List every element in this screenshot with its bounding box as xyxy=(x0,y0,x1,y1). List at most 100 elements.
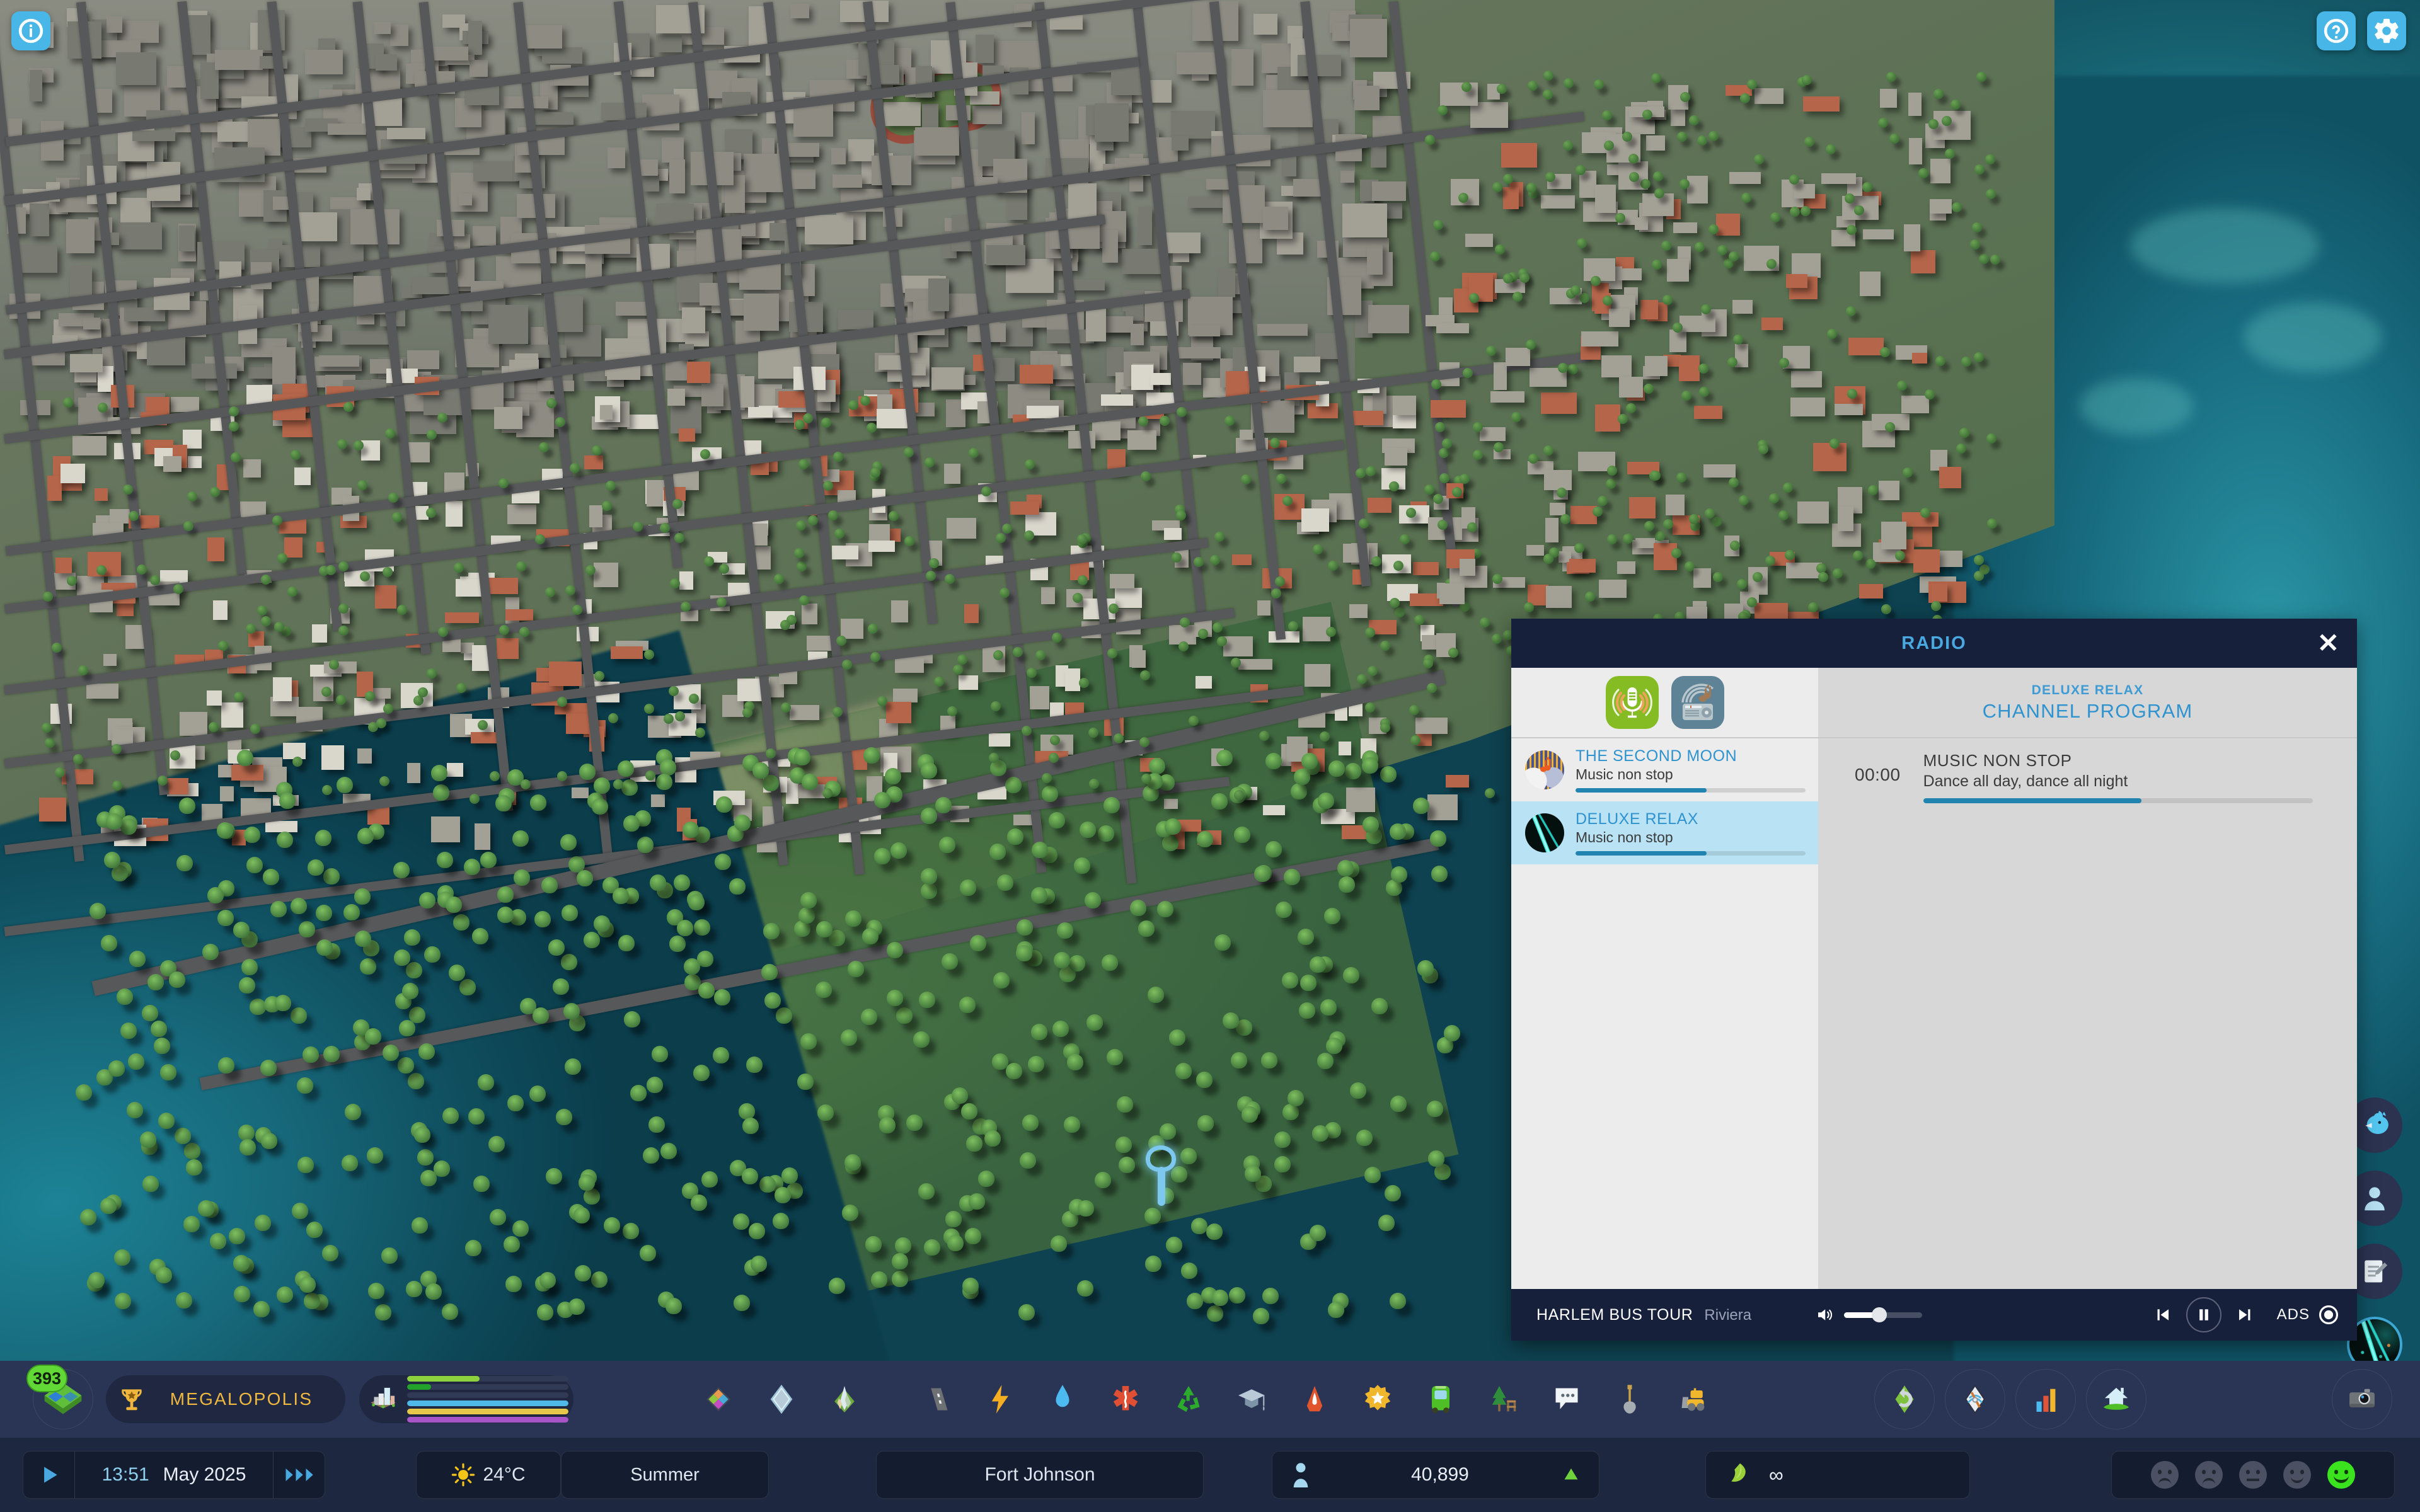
city-name-text: Fort Johnson xyxy=(984,1464,1095,1485)
radio-channel-description: Music non stop xyxy=(1576,766,1673,782)
radio-channel-info: THE SECOND MOON Music non stop xyxy=(1576,747,1806,793)
statistics-panel-button[interactable] xyxy=(2015,1369,2076,1429)
reef-1 xyxy=(2130,208,2319,284)
communications-tool-button[interactable] xyxy=(1535,1370,1598,1428)
radio-channel-description: Music non stop xyxy=(1576,829,1673,845)
electricity-tool-button[interactable] xyxy=(968,1370,1031,1428)
question-mark-icon xyxy=(2324,18,2349,43)
volume-slider-knob[interactable] xyxy=(1871,1307,1887,1322)
settings-button[interactable] xyxy=(2367,11,2406,50)
skip-previous-icon xyxy=(2157,1309,2169,1320)
triangle-up-icon xyxy=(1562,1465,1580,1486)
signature-buildings-tool-button[interactable] xyxy=(813,1370,876,1428)
demand-bar-fill xyxy=(407,1384,432,1390)
radio-program-row[interactable]: 00:00 MUSIC NON STOP Dance all day, dance … xyxy=(1818,738,2357,816)
progress-fill xyxy=(1576,788,1707,793)
info-circle-icon xyxy=(18,18,43,43)
happiness-face xyxy=(2283,1461,2311,1489)
happiness-face xyxy=(2195,1461,2223,1489)
reef-2 xyxy=(2244,302,2382,372)
graduation-cap-icon xyxy=(1238,1389,1265,1411)
now-playing-title: HARLEM BUS TOUR xyxy=(1536,1305,1693,1324)
help-button[interactable] xyxy=(2317,11,2356,50)
city-name-button[interactable]: Fort Johnson xyxy=(876,1451,1204,1499)
radio-channel-list: THE SECOND MOON Music non stop DELUXE RELA… xyxy=(1511,738,1818,864)
police-tool-button[interactable] xyxy=(1346,1370,1409,1428)
transport-controls xyxy=(2147,1297,2261,1332)
volume-slider[interactable] xyxy=(1844,1307,1922,1322)
population-indicator[interactable]: 40,899 xyxy=(1272,1451,1599,1499)
network-tab-podcast[interactable] xyxy=(1605,676,1659,729)
demand-bar-industrial xyxy=(407,1409,568,1414)
recycle-icon xyxy=(1177,1386,1200,1412)
transportation-tool-button[interactable] xyxy=(1409,1370,1472,1428)
program-time: 00:00 xyxy=(1855,765,1901,784)
reef-3 xyxy=(2080,378,2193,435)
photo-mode-button[interactable] xyxy=(2332,1369,2392,1429)
fast-forward-button[interactable] xyxy=(273,1452,325,1498)
program-title: MUSIC NON STOP xyxy=(1923,751,2072,770)
fire-rescue-tool-button[interactable] xyxy=(1283,1370,1346,1428)
demand-bar-office xyxy=(407,1417,568,1423)
road-icon xyxy=(931,1388,948,1411)
house-landscape-icon xyxy=(2104,1387,2129,1410)
hud-toolbar-row: 393 MEGALOPOLIS xyxy=(0,1361,2420,1438)
selected-palm-tree-highlight[interactable] xyxy=(1146,1145,1176,1208)
fast-forward-icon xyxy=(285,1469,293,1481)
radio-channel-progress xyxy=(1576,851,1806,856)
roads-tool-button[interactable] xyxy=(905,1370,968,1428)
city-level-button[interactable]: MEGALOPOLIS xyxy=(106,1375,345,1423)
next-track-button[interactable] xyxy=(2230,1300,2261,1330)
play-button[interactable] xyxy=(23,1452,75,1498)
ads-toggle[interactable]: ADS xyxy=(2277,1304,2339,1326)
population-value: 40,899 xyxy=(1411,1464,1469,1485)
demand-indicator[interactable] xyxy=(359,1375,573,1423)
demand-bar-commercial xyxy=(407,1400,568,1406)
hud-tool-icons xyxy=(687,1370,1724,1428)
volume-control[interactable] xyxy=(1815,1305,1922,1324)
happiness-indicator[interactable] xyxy=(2111,1451,2395,1499)
money-indicator[interactable]: ∞ xyxy=(1705,1451,1970,1499)
previous-track-button[interactable] xyxy=(2147,1300,2177,1330)
demand-bar-residential-high xyxy=(407,1384,568,1390)
radio-player-bar: HARLEM BUS TOUR Riviera ADS xyxy=(1511,1289,2357,1341)
parks-recreation-tool-button[interactable] xyxy=(1472,1370,1535,1428)
fast-forward-icon xyxy=(296,1469,303,1481)
city-info-panel-button[interactable] xyxy=(2086,1369,2146,1429)
demand-bar-fill xyxy=(407,1409,568,1414)
clock-text: 13:51 xyxy=(101,1464,149,1485)
radio-channel-name: DELUXE RELAX xyxy=(1576,810,1698,828)
water-sewage-tool-button[interactable] xyxy=(1031,1370,1094,1428)
speaker-icon[interactable] xyxy=(1815,1305,1834,1324)
close-icon[interactable]: ✕ xyxy=(2317,630,2339,656)
temperature-text: 24°C xyxy=(483,1464,526,1485)
milestone-count-badge: 393 xyxy=(26,1365,68,1392)
weather-indicator[interactable]: 24°C xyxy=(416,1451,561,1499)
fast-forward-icon xyxy=(306,1469,313,1481)
radio-channel-row[interactable]: DELUXE RELAX Music non stop xyxy=(1511,801,1818,864)
happiness-face xyxy=(2151,1461,2179,1489)
healthcare-tool-button[interactable] xyxy=(1094,1370,1157,1428)
radio-channel-column: THE SECOND MOON Music non stop DELUXE RELA… xyxy=(1511,668,1818,1289)
transportation-overview-button[interactable] xyxy=(1945,1369,2005,1429)
season-indicator[interactable]: Summer xyxy=(561,1451,769,1499)
landscaping-tool-button[interactable] xyxy=(1598,1370,1661,1428)
progress-fill xyxy=(1923,798,2141,803)
program-info: MUSIC NON STOP Dance all day, dance all n… xyxy=(1923,751,2313,803)
economy-panel-button[interactable] xyxy=(1874,1369,1935,1429)
bulldozer-icon xyxy=(1681,1388,1705,1411)
garbage-tool-button[interactable] xyxy=(1157,1370,1220,1428)
ads-label: ADS xyxy=(2276,1306,2310,1323)
radio-program-header: DELUXE RELAX CHANNEL PROGRAM xyxy=(1818,668,2357,738)
radio-channel-row[interactable]: THE SECOND MOON Music non stop xyxy=(1511,738,1818,801)
play-pause-button[interactable] xyxy=(2186,1297,2221,1332)
zones-tool-button[interactable] xyxy=(687,1370,750,1428)
areas-tool-button[interactable] xyxy=(750,1370,813,1428)
radio-channel-progress xyxy=(1576,788,1806,793)
info-button[interactable] xyxy=(11,11,50,50)
education-tool-button[interactable] xyxy=(1220,1370,1283,1428)
network-tab-music[interactable] xyxy=(1671,676,1724,729)
bulldoze-tool-button[interactable] xyxy=(1661,1370,1724,1428)
radio-receiver-icon xyxy=(1671,676,1724,729)
money-value: ∞ xyxy=(1769,1463,1783,1486)
